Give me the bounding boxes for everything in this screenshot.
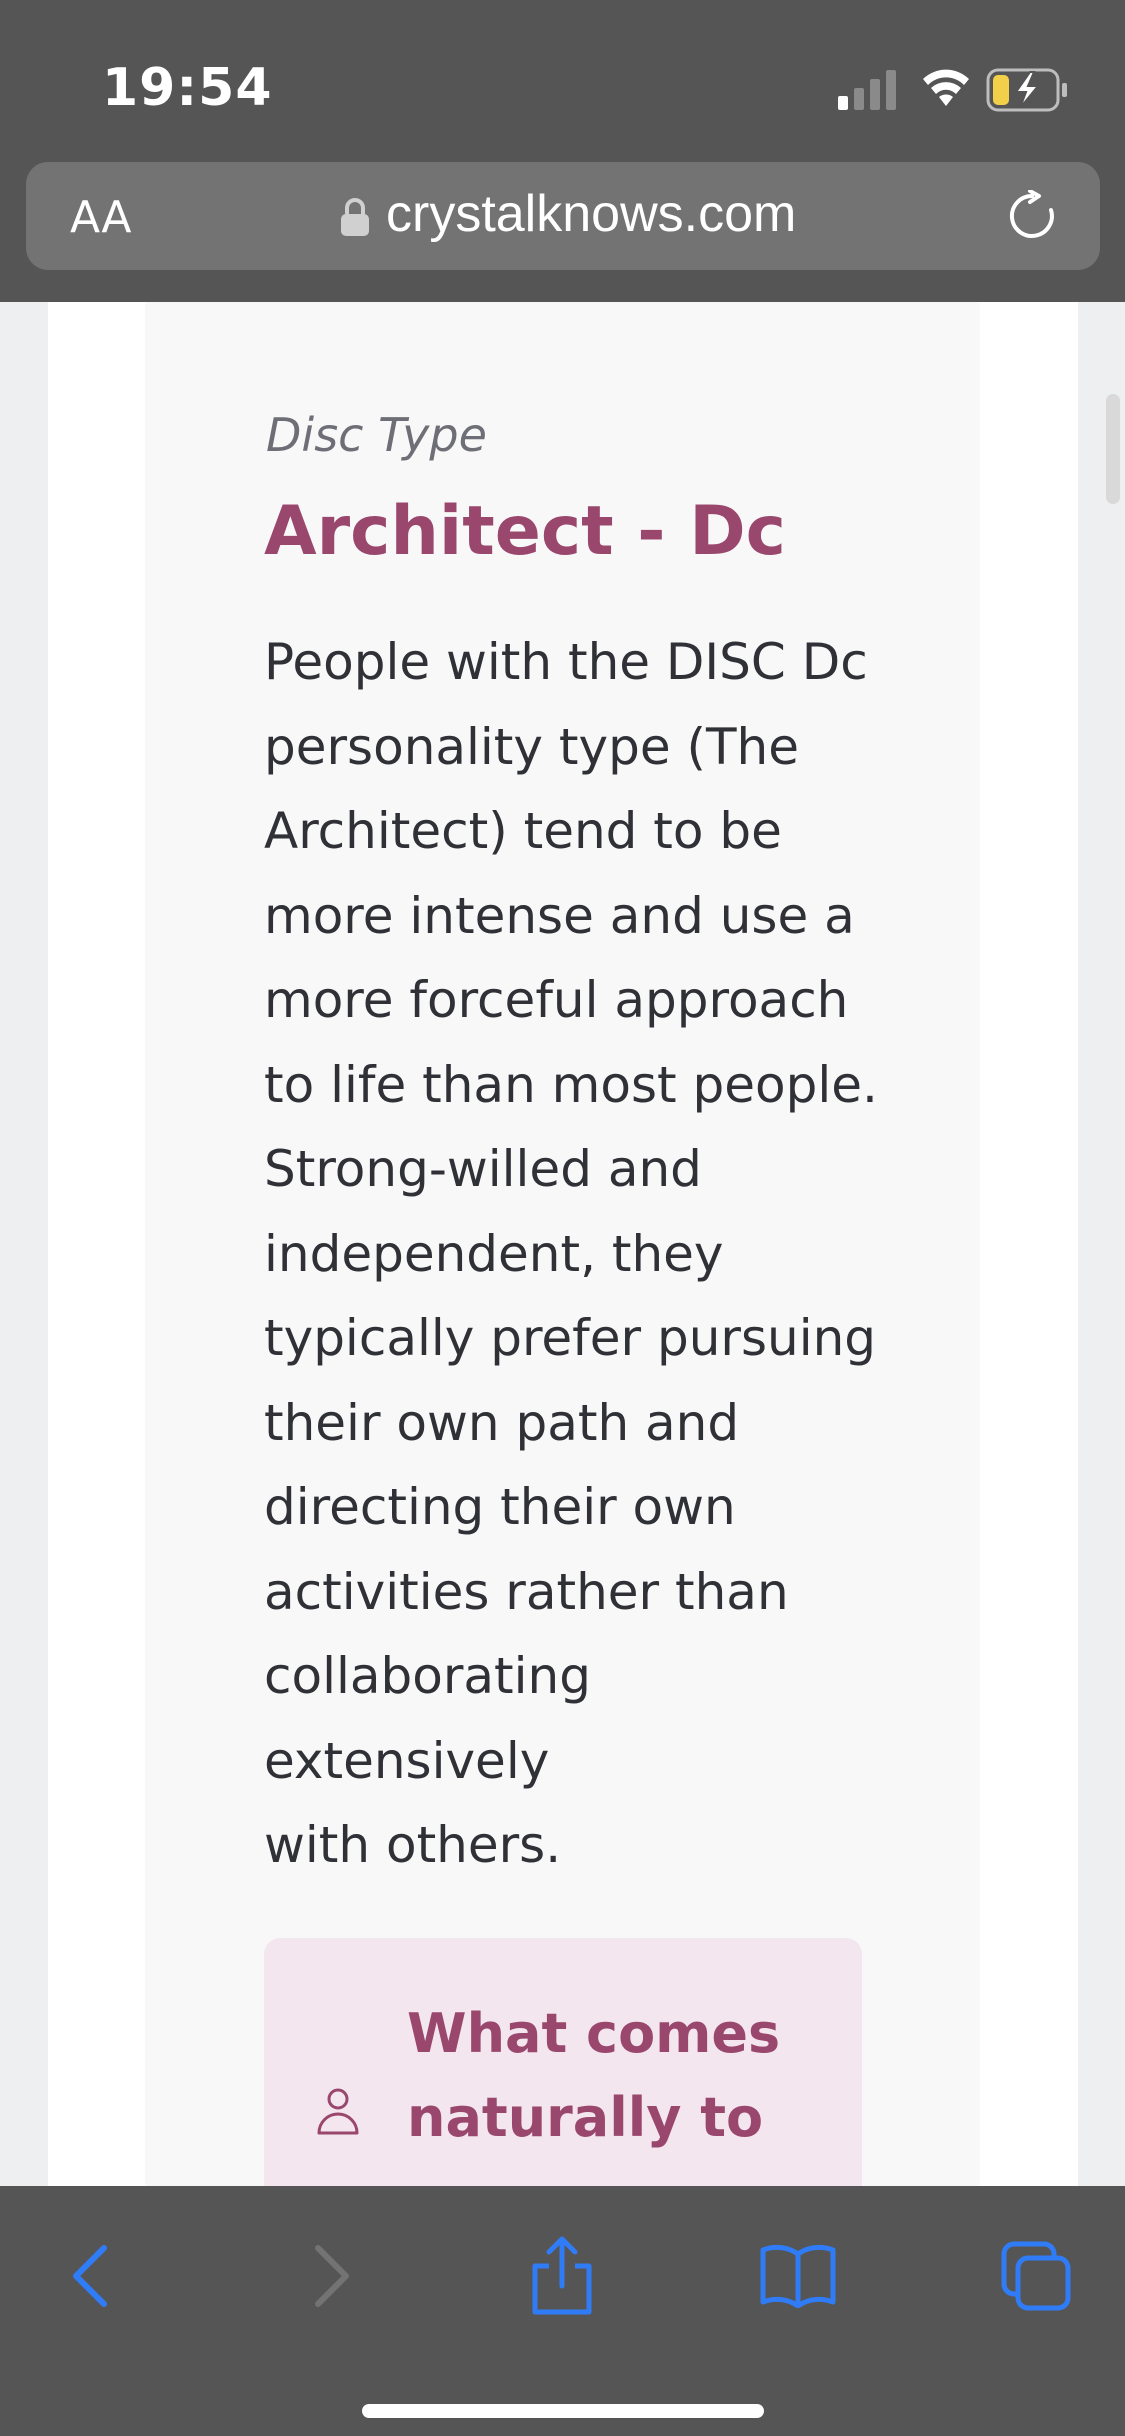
forward-icon xyxy=(315,2245,349,2307)
bookmarks-icon xyxy=(760,2244,836,2308)
back-icon xyxy=(73,2245,107,2307)
callout-title: What comes naturally to xyxy=(407,1992,847,2160)
wifi-icon xyxy=(923,69,969,106)
browser-toolbar xyxy=(0,2186,1125,2436)
text-size-button[interactable]: AA xyxy=(70,192,131,243)
scroll-indicator[interactable] xyxy=(1106,394,1120,504)
description-line: to life than most people. xyxy=(264,1055,878,1114)
status-time: 19:54 xyxy=(102,58,273,118)
description-line: more forceful approach xyxy=(264,971,849,1029)
description-line: typically prefer pursuing xyxy=(264,1309,877,1367)
description-line: more intense and use a xyxy=(264,886,855,945)
description-line: their own path and xyxy=(264,1393,740,1452)
callout-card: What comes naturally to xyxy=(264,1938,862,2186)
tabs-icon xyxy=(1001,2241,1071,2311)
callout-title-line: What comes xyxy=(407,2002,781,2065)
description-line: collaborating extensively xyxy=(264,1647,591,1790)
page-title: Architect - Dc xyxy=(264,492,786,571)
callout-title-line: naturally to xyxy=(407,2086,764,2149)
tabs-button[interactable] xyxy=(994,2234,1078,2318)
url-text[interactable]: crystalknows.com xyxy=(386,184,796,244)
reload-icon[interactable] xyxy=(1006,190,1058,242)
person-icon xyxy=(317,2088,359,2135)
browser-top-bar: 19:54 AA crystalknows.com xyxy=(0,0,1125,302)
section-eyebrow: Disc Type xyxy=(266,408,487,462)
back-button[interactable] xyxy=(48,2234,132,2318)
forward-button[interactable] xyxy=(290,2234,374,2318)
lock-icon xyxy=(341,198,369,236)
description-line: personality type (The xyxy=(264,717,799,776)
description-line: Architect) tend to be xyxy=(264,802,782,860)
bookmarks-button[interactable] xyxy=(756,2234,840,2318)
share-icon xyxy=(532,2236,592,2315)
description-paragraph: People with the DISC Dc personality type… xyxy=(264,620,884,1888)
share-button[interactable] xyxy=(520,2234,604,2318)
address-bar[interactable]: AA crystalknows.com xyxy=(26,162,1100,270)
description-line: activities rather than xyxy=(264,1562,789,1621)
description-line: Strong-willed and xyxy=(264,1140,702,1198)
description-line: independent, they xyxy=(264,1224,724,1283)
description-line: with others. xyxy=(264,1816,562,1874)
description-line: People with the DISC Dc xyxy=(264,633,868,691)
battery-charging-icon xyxy=(986,68,1067,112)
home-indicator[interactable] xyxy=(362,2404,764,2418)
description-line: directing their own xyxy=(264,1478,736,1536)
cellular-signal-icon xyxy=(838,70,896,110)
